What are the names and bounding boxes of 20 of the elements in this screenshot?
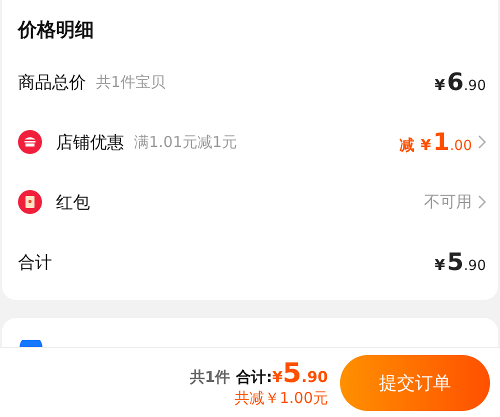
chevron-right-icon[interactable] — [478, 135, 486, 149]
row-label: 红包 — [56, 192, 90, 214]
discount-text: 共减￥1.00元 — [234, 388, 328, 408]
shop-icon — [18, 130, 42, 154]
row-note: 满1.01元减1元 — [134, 132, 237, 152]
total-label: 合计: — [236, 368, 272, 386]
row-label: 店铺优惠 — [56, 132, 124, 154]
status-text: 不可用 — [424, 192, 472, 212]
price-amount: ¥6.90 — [434, 68, 486, 96]
row-label: 商品总价 — [18, 72, 86, 94]
envelope-icon — [18, 190, 42, 214]
submit-order-button[interactable]: 提交订单 — [340, 354, 490, 410]
row-label: 合计 — [18, 252, 52, 274]
section-title: 价格明细 — [18, 18, 95, 43]
chevron-right-icon[interactable] — [478, 195, 486, 209]
item-count: 共1件 — [190, 368, 230, 386]
price-amount: ¥5.90 — [434, 248, 486, 276]
total-amount: ¥5.90 — [272, 358, 328, 388]
row-note: 共1件宝贝 — [96, 72, 166, 92]
price-amount: 减 ¥1.00 — [400, 128, 472, 156]
